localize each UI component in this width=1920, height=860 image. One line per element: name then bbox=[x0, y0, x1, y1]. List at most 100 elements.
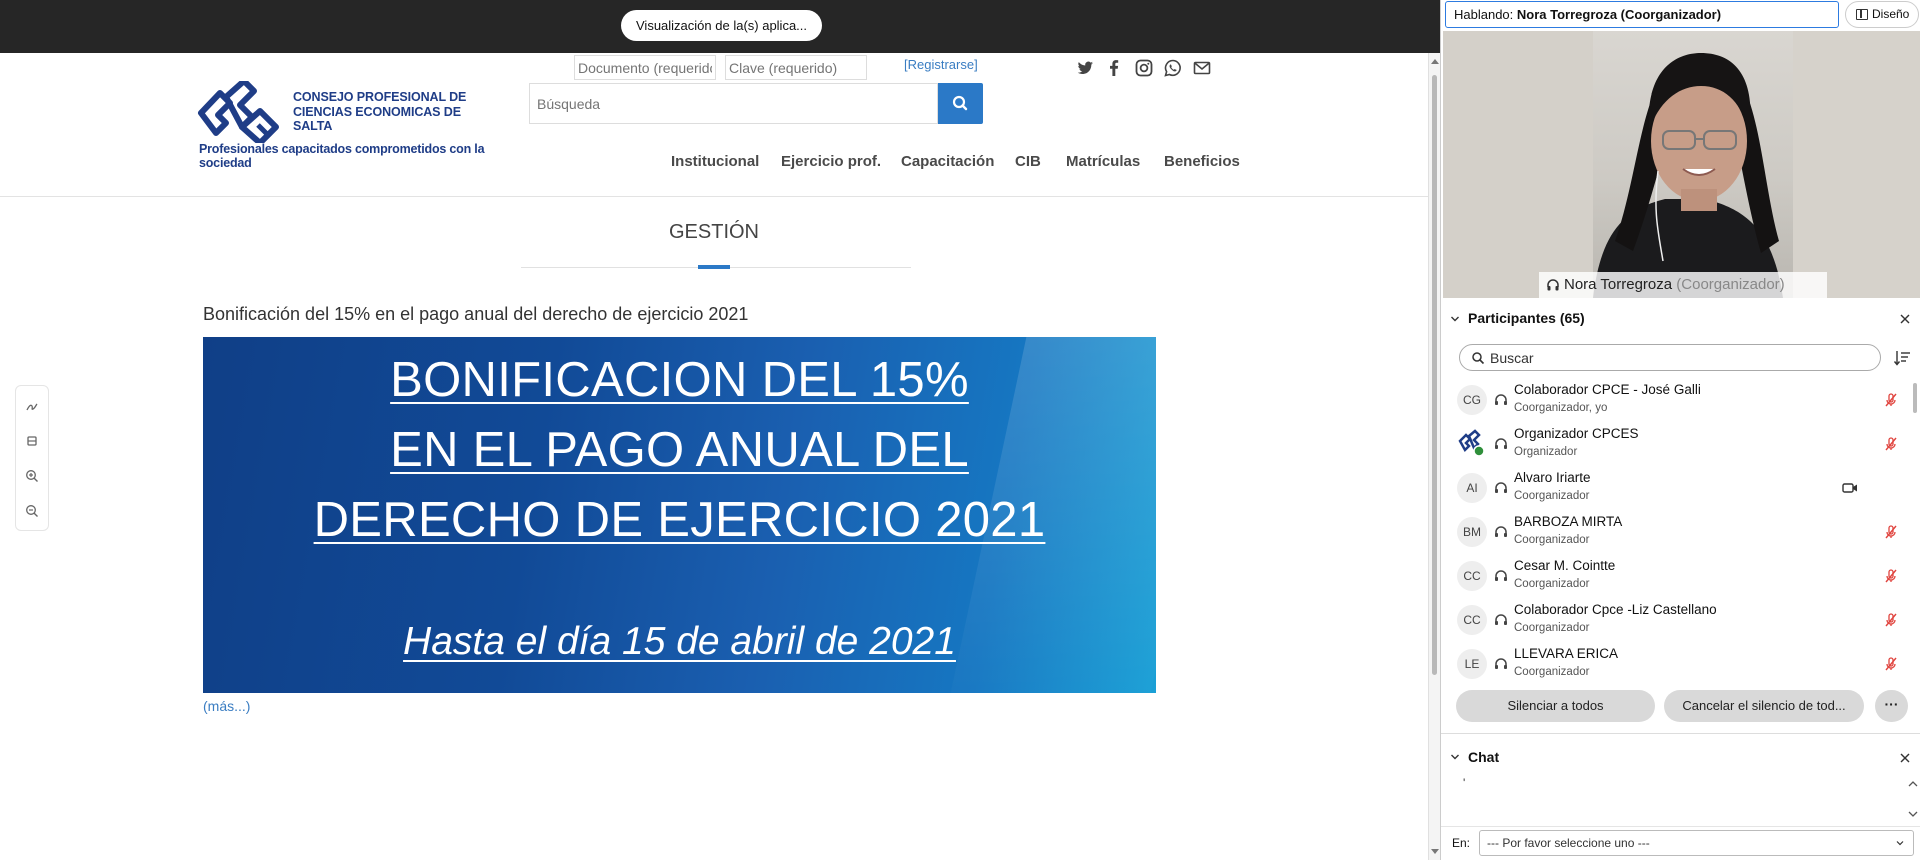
nav-institucional[interactable]: Institucional bbox=[671, 153, 759, 170]
close-icon[interactable] bbox=[1899, 752, 1911, 764]
read-more-link[interactable]: (más...) bbox=[203, 698, 250, 714]
camera-icon[interactable] bbox=[1842, 481, 1858, 495]
nav-cib[interactable]: CIB bbox=[1015, 153, 1041, 170]
divider bbox=[1441, 733, 1920, 734]
chevron-down-icon[interactable] bbox=[1450, 752, 1460, 762]
headset-icon bbox=[1495, 570, 1507, 581]
participant-name: Organizador CPCES bbox=[1514, 426, 1639, 441]
chat-header[interactable]: Chat bbox=[1441, 740, 1920, 773]
search-icon bbox=[952, 95, 968, 111]
whatsapp-icon[interactable] bbox=[1163, 58, 1183, 78]
headset-icon bbox=[1495, 394, 1507, 405]
search-button[interactable] bbox=[938, 83, 983, 124]
chat-recipient-select[interactable]: --- Por favor seleccione uno --- bbox=[1479, 830, 1914, 856]
mic-muted-icon[interactable] bbox=[1883, 656, 1899, 672]
chat-recipient-row: En: --- Por favor seleccione uno --- bbox=[1441, 826, 1920, 858]
participant-row[interactable]: BM BARBOZA MIRTA Coorganizador bbox=[1441, 510, 1911, 554]
register-link[interactable]: [Registrarse] bbox=[904, 57, 978, 72]
participant-name: Cesar M. Cointte bbox=[1514, 558, 1616, 573]
participant-row[interactable]: AI Alvaro Iriarte Coorganizador bbox=[1441, 466, 1911, 510]
video-name-tag: Nora Torregroza (Coorganizador) bbox=[1539, 272, 1827, 298]
chat-to-label: En: bbox=[1452, 836, 1471, 850]
speaker-video[interactable]: Nora Torregroza (Coorganizador) bbox=[1443, 31, 1920, 298]
search-input[interactable] bbox=[529, 83, 938, 124]
participant-name: Colaborador Cpce -Liz Castellano bbox=[1514, 602, 1717, 617]
participant-role: Coorganizador, yo bbox=[1514, 402, 1608, 414]
close-icon[interactable] bbox=[1899, 313, 1911, 325]
audio-icon bbox=[1547, 279, 1559, 291]
mic-muted-icon[interactable] bbox=[1883, 568, 1899, 584]
participant-row[interactable]: CC Cesar M. Cointte Coorganizador bbox=[1441, 554, 1911, 598]
chat-scrollbar[interactable] bbox=[1907, 778, 1919, 820]
nav-beneficios[interactable]: Beneficios bbox=[1164, 153, 1240, 170]
participant-role: Coorganizador bbox=[1514, 534, 1590, 546]
chat-message-text: ' bbox=[1463, 776, 1466, 790]
participant-name: Colaborador CPCE - José Galli bbox=[1514, 382, 1701, 397]
banner-line-2: EN EL PAGO ANUAL DEL bbox=[390, 423, 969, 477]
page-scrollbar[interactable] bbox=[1428, 53, 1440, 860]
cpce-logo-mark bbox=[198, 81, 279, 143]
nav-matriculas[interactable]: Matrículas bbox=[1066, 153, 1140, 170]
mic-muted-icon[interactable] bbox=[1883, 392, 1899, 408]
screen: { "share": { "pill_label": "Visualizació… bbox=[0, 0, 1920, 860]
article-title[interactable]: Bonificación del 15% en el pago anual de… bbox=[203, 304, 748, 325]
video-participant-role: (Coorganizador) bbox=[1676, 276, 1785, 293]
more-options-button[interactable]: ··· bbox=[1875, 690, 1908, 722]
scroll-up-arrow[interactable] bbox=[1431, 59, 1439, 64]
participant-row[interactable]: CG Colaborador CPCE - José Galli Coorgan… bbox=[1441, 378, 1911, 422]
facebook-icon[interactable] bbox=[1104, 58, 1124, 78]
participant-row[interactable]: Organizador CPCES Organizador bbox=[1441, 422, 1911, 466]
headset-icon bbox=[1495, 614, 1507, 625]
mute-all-button[interactable]: Silenciar a todos bbox=[1456, 690, 1655, 722]
participant-role: Coorganizador bbox=[1514, 666, 1590, 678]
participant-search-input[interactable]: Buscar bbox=[1459, 344, 1881, 371]
headset-icon bbox=[1495, 658, 1507, 669]
participant-role: Coorganizador bbox=[1514, 578, 1590, 590]
mic-muted-icon[interactable] bbox=[1883, 612, 1899, 628]
participant-list: CG Colaborador CPCE - José Galli Coorgan… bbox=[1441, 378, 1911, 682]
article-banner[interactable]: BONIFICACION DEL 15% EN EL PAGO ANUAL DE… bbox=[203, 337, 1156, 693]
headset-icon bbox=[1495, 482, 1507, 493]
avatar: AI bbox=[1457, 473, 1487, 503]
avatar: CG bbox=[1457, 385, 1487, 415]
password-field[interactable] bbox=[725, 55, 867, 80]
twitter-icon[interactable] bbox=[1075, 58, 1095, 78]
website-view: CONSEJO PROFESIONAL DE CIENCIAS ECONOMIC… bbox=[0, 53, 1428, 860]
participant-name: LLEVARA ERICA bbox=[1514, 646, 1619, 661]
annotation-toolbar bbox=[15, 385, 49, 531]
main-nav: Institucional Ejercicio prof. Capacitaci… bbox=[0, 153, 1428, 177]
scroll-down-arrow[interactable] bbox=[1431, 849, 1439, 854]
chat-messages: ' bbox=[1441, 776, 1920, 820]
sort-icon[interactable] bbox=[1893, 349, 1911, 367]
layout-button[interactable]: Diseño bbox=[1845, 1, 1919, 28]
banner-line-1: BONIFICACION DEL 15% bbox=[390, 353, 969, 407]
site-header: CONSEJO PROFESIONAL DE CIENCIAS ECONOMIC… bbox=[0, 53, 1428, 197]
zoom-out-icon[interactable] bbox=[24, 503, 40, 519]
active-speaker-indicator: Hablando: Nora Torregroza (Coorganizador… bbox=[1445, 1, 1839, 28]
mic-muted-icon[interactable] bbox=[1883, 436, 1899, 452]
unmute-all-button[interactable]: Cancelar el silencio de tod... bbox=[1664, 690, 1864, 722]
eraser-icon[interactable] bbox=[24, 433, 40, 449]
instagram-icon[interactable] bbox=[1134, 58, 1154, 78]
mic-muted-icon[interactable] bbox=[1883, 524, 1899, 540]
document-field[interactable] bbox=[574, 55, 716, 80]
participant-row[interactable]: LE LLEVARA ERICA Coorganizador bbox=[1441, 642, 1911, 682]
participants-header[interactable]: Participantes (65) bbox=[1441, 302, 1920, 335]
organizer-logo-avatar bbox=[1457, 429, 1487, 459]
participant-row[interactable]: CC Colaborador Cpce -Liz Castellano Coor… bbox=[1441, 598, 1911, 642]
participant-name: BARBOZA MIRTA bbox=[1514, 514, 1623, 529]
nav-capacitacion[interactable]: Capacitación bbox=[901, 153, 994, 170]
banner-line-3: DERECHO DE EJERCICIO 2021 bbox=[313, 493, 1046, 547]
sharing-app-pill[interactable]: Visualización de la(s) aplica... bbox=[621, 10, 823, 41]
zoom-in-icon[interactable] bbox=[24, 468, 40, 484]
share-top-bar: Visualización de la(s) aplica... bbox=[0, 0, 1440, 53]
scroll-thumb[interactable] bbox=[1432, 75, 1437, 675]
participant-list-scrollbar[interactable] bbox=[1913, 383, 1917, 413]
nav-ejercicio-prof[interactable]: Ejercicio prof. bbox=[781, 153, 881, 170]
cpce-logo-icon bbox=[1458, 429, 1485, 457]
annotate-pen-icon[interactable] bbox=[24, 398, 40, 414]
chevron-down-icon[interactable] bbox=[1450, 314, 1460, 324]
section-accent-bar bbox=[698, 265, 730, 269]
mail-icon[interactable] bbox=[1192, 58, 1212, 78]
participant-role: Coorganizador bbox=[1514, 490, 1590, 502]
